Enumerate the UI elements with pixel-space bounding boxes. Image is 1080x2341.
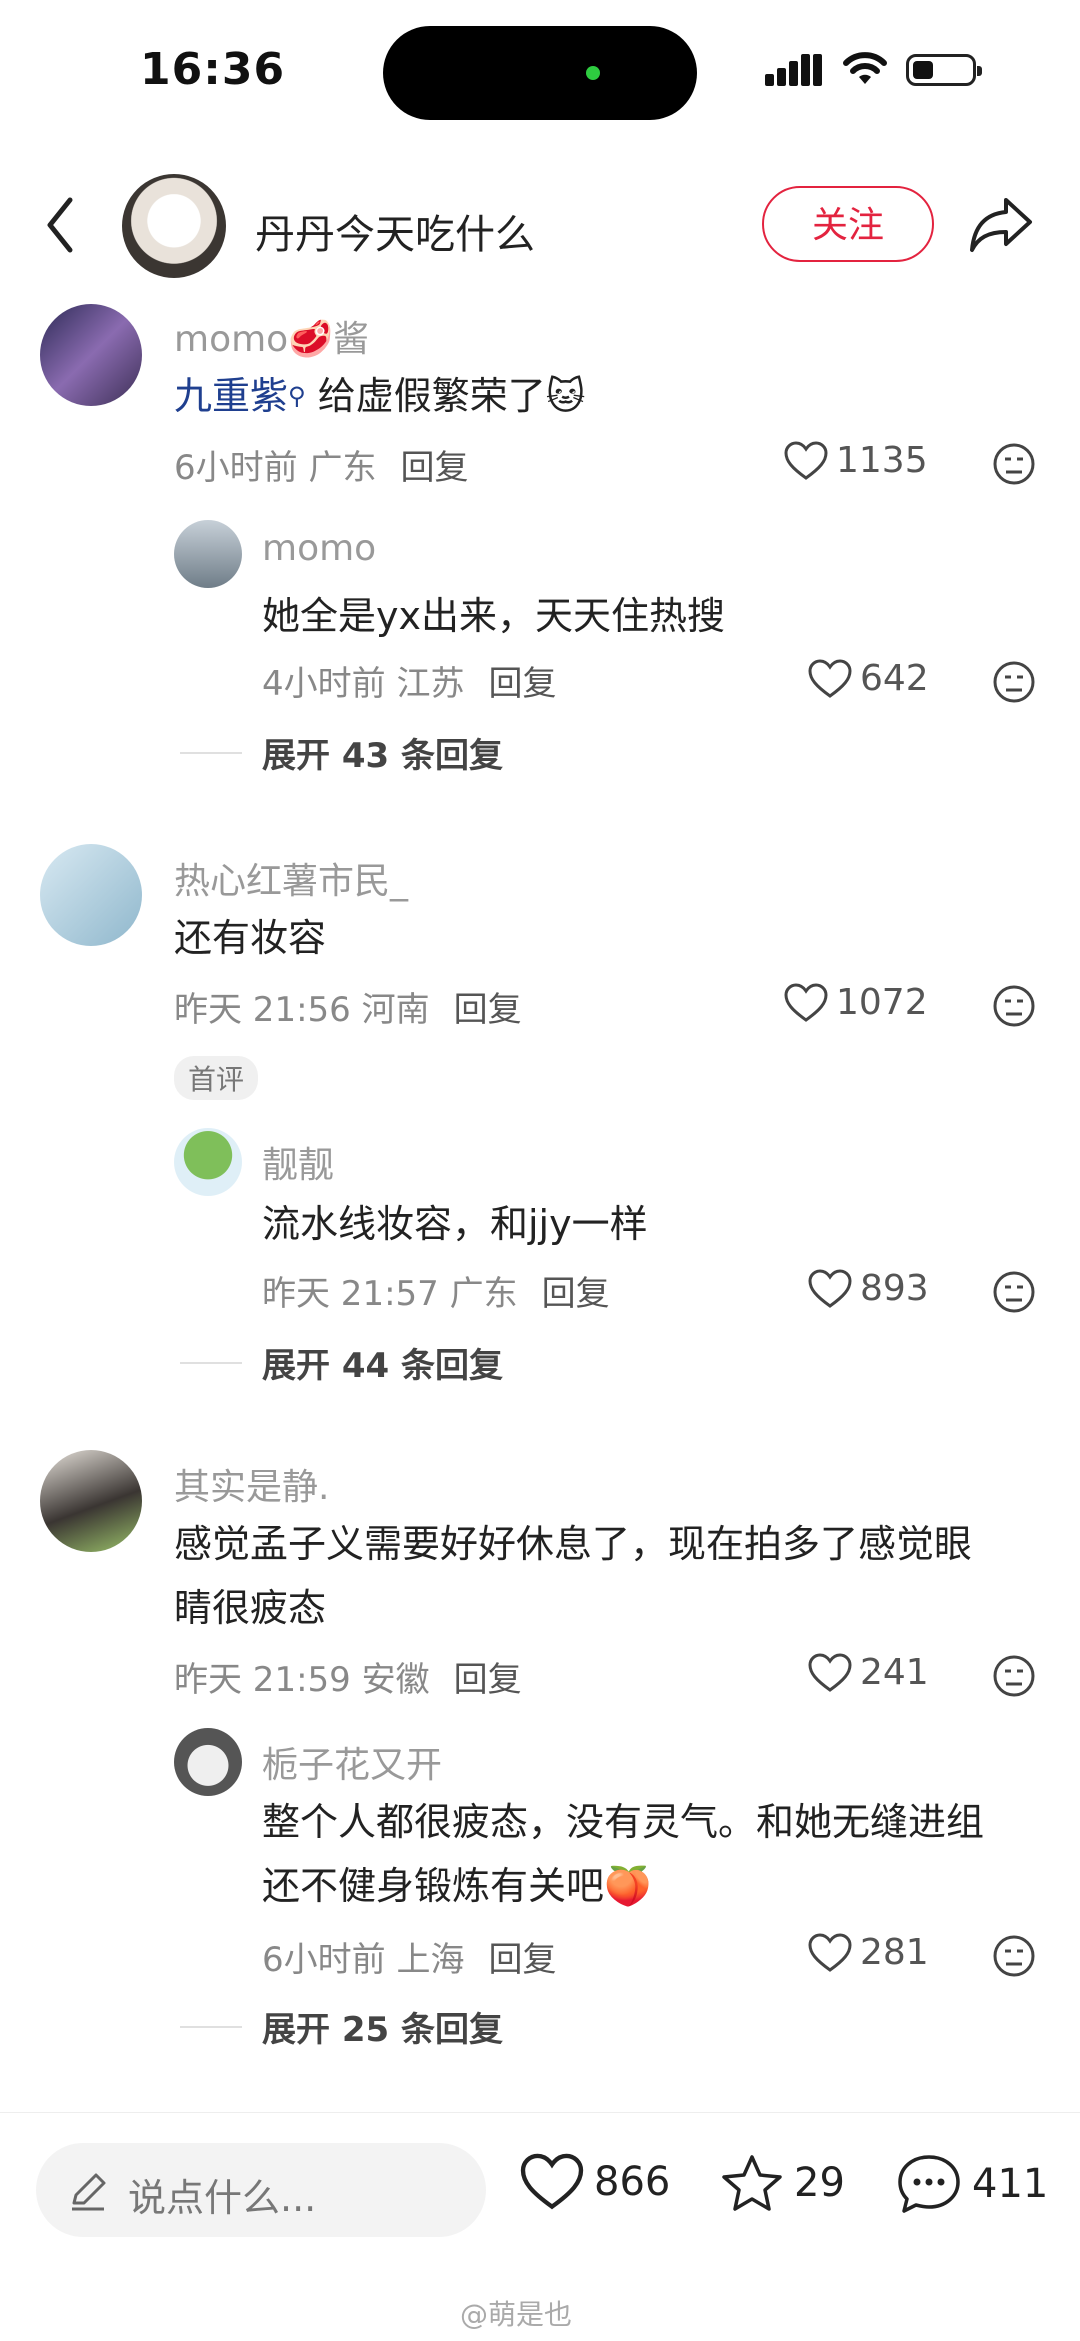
comment-avatar[interactable]: [40, 304, 142, 406]
like-post-button[interactable]: 866: [520, 2153, 670, 2211]
like-count: 1135: [836, 440, 928, 481]
reply-button[interactable]: 回复: [454, 1660, 522, 1700]
reply-button[interactable]: 回复: [454, 990, 522, 1030]
dislike-face-icon[interactable]: [992, 984, 1036, 1028]
back-arrow-icon[interactable]: [40, 192, 80, 258]
battery-icon: [906, 54, 982, 86]
reply-button[interactable]: 回复: [488, 1940, 556, 1980]
post-like-count: 866: [594, 2159, 671, 2205]
follow-button[interactable]: 关注: [762, 186, 934, 262]
like-count: 1072: [836, 982, 928, 1023]
reply-text: 流水线妆容，和jjy一样: [262, 1202, 648, 1246]
heart-icon: [520, 2153, 584, 2210]
reply-text: 她全是yx出来，天天住热搜: [262, 594, 725, 638]
peach-emoji-icon: 🍑: [604, 1864, 652, 1908]
mention-link[interactable]: 九重紫: [174, 374, 288, 418]
cat-emoji-icon: 🐱: [545, 374, 586, 418]
reply-meta: 昨天 21:57 广东 回复: [262, 1274, 610, 1314]
post-header: 丹丹今天吃什么 关注: [0, 170, 1080, 280]
divider: [180, 2026, 242, 2028]
first-comment-badge: 首评: [174, 1056, 259, 1100]
comment-username[interactable]: momo🥩酱: [174, 310, 369, 362]
divider: [180, 752, 242, 754]
comment-meta: 6小时前 广东 回复: [174, 448, 469, 488]
comment-username[interactable]: 其实是静.: [174, 1458, 329, 1510]
comment-text: 还有妆容: [174, 916, 327, 960]
camera-indicator-icon: [586, 66, 600, 80]
comment-meta: 昨天 21:59 安徽 回复: [174, 1660, 522, 1700]
comment-avatar[interactable]: [40, 1450, 142, 1552]
reply-username[interactable]: 靓靓: [262, 1136, 334, 1188]
like-button[interactable]: 1072: [784, 982, 928, 1023]
reply-avatar[interactable]: [174, 520, 242, 588]
status-bar: 16:36: [0, 0, 1080, 150]
favorite-count: 29: [794, 2160, 845, 2206]
expand-replies-button[interactable]: 展开 43 条回复: [262, 728, 503, 777]
expand-replies-button[interactable]: 展开 25 条回复: [262, 2002, 503, 2051]
like-count: 241: [860, 1652, 929, 1693]
steak-emoji-icon: 🥩: [288, 319, 334, 360]
heart-icon: [808, 1652, 852, 1692]
divider: [180, 1362, 242, 1364]
like-count: 281: [860, 1932, 929, 1973]
star-icon: [722, 2155, 782, 2211]
status-time: 16:36: [140, 44, 286, 95]
dislike-face-icon[interactable]: [992, 1934, 1036, 1978]
like-button[interactable]: 893: [808, 1268, 929, 1309]
cellular-signal-icon: [765, 54, 822, 86]
reply-meta: 6小时前 上海 回复: [262, 1940, 557, 1980]
like-button[interactable]: 1135: [784, 440, 928, 481]
search-icon: ⚲: [288, 382, 306, 410]
heart-icon: [784, 440, 828, 480]
author-avatar[interactable]: [122, 174, 226, 278]
reply-meta: 4小时前 江苏 回复: [262, 664, 557, 704]
like-button[interactable]: 642: [808, 658, 929, 699]
bottom-action-bar: 说点什么... 866 29 411 @萌是也: [0, 2112, 1080, 2341]
reply-avatar[interactable]: [174, 1128, 242, 1196]
wifi-icon: [843, 52, 887, 84]
dislike-face-icon[interactable]: [992, 660, 1036, 704]
comments-button[interactable]: 411: [896, 2153, 1048, 2215]
comment-count: 411: [972, 2161, 1049, 2207]
comment-avatar[interactable]: [40, 844, 142, 946]
reply-button[interactable]: 回复: [400, 448, 468, 488]
heart-icon: [808, 658, 852, 698]
pencil-icon: [72, 2173, 106, 2211]
heart-icon: [808, 1932, 852, 1972]
like-button[interactable]: 241: [808, 1652, 929, 1693]
reply-text: 整个人都很疲态，没有灵气。和她无缝进组 还不健身锻炼有关吧🍑: [262, 1800, 985, 1908]
comment-bubble-icon: [898, 2155, 960, 2213]
comment-username[interactable]: 热心红薯市民_: [174, 852, 408, 904]
heart-icon: [784, 982, 828, 1022]
author-name[interactable]: 丹丹今天吃什么: [255, 202, 535, 260]
reply-avatar[interactable]: [174, 1728, 242, 1796]
reply-username[interactable]: 栀子花又开: [262, 1736, 442, 1788]
like-count: 893: [860, 1268, 929, 1309]
comment-text: 九重紫⚲ 给虚假繁荣了🐱: [174, 374, 586, 418]
watermark: @萌是也: [460, 2298, 573, 2331]
comment-meta: 昨天 21:56 河南 回复: [174, 990, 522, 1030]
dislike-face-icon[interactable]: [992, 1270, 1036, 1314]
dislike-face-icon[interactable]: [992, 442, 1036, 486]
reply-username[interactable]: momo: [262, 528, 376, 569]
like-count: 642: [860, 658, 929, 699]
comment-input-placeholder: 说点什么...: [128, 2176, 317, 2220]
reply-button[interactable]: 回复: [488, 664, 556, 704]
heart-icon: [808, 1268, 852, 1308]
comment-text: 感觉孟子义需要好好休息了，现在拍多了感觉眼 睛很疲态: [174, 1522, 973, 1630]
comment-input[interactable]: 说点什么...: [36, 2143, 486, 2237]
dislike-face-icon[interactable]: [992, 1654, 1036, 1698]
expand-replies-button[interactable]: 展开 44 条回复: [262, 1338, 503, 1387]
favorite-button[interactable]: 29: [720, 2153, 845, 2213]
reply-button[interactable]: 回复: [542, 1274, 610, 1314]
like-button[interactable]: 281: [808, 1932, 929, 1973]
dynamic-island: [383, 26, 697, 120]
share-icon[interactable]: [968, 194, 1034, 254]
